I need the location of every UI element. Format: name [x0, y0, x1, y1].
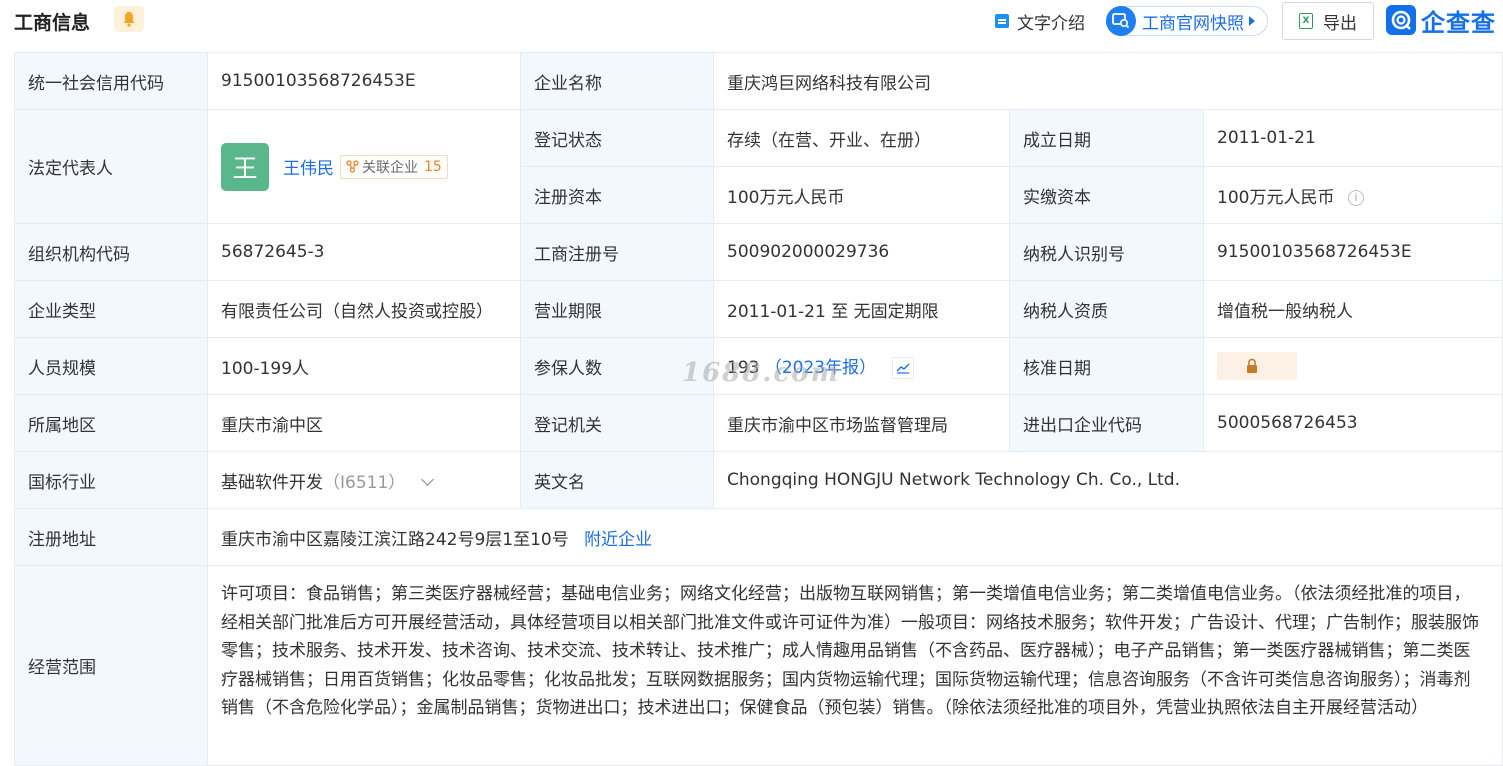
table-row: 经营范围 许可项目：食品销售；第三类医疗器械经营；基础电信业务；网络文化经营；出…	[14, 565, 1503, 766]
insured-year-link[interactable]: （2023年报）	[765, 358, 876, 378]
qichacha-logo[interactable]: 企查查	[1386, 4, 1496, 37]
scope-label: 经营范围	[14, 565, 208, 766]
company-name-value: 重庆鸿巨网络科技有限公司	[712, 52, 1503, 110]
reg-capital-label: 注册资本	[520, 166, 714, 224]
bell-icon[interactable]	[114, 6, 144, 32]
document-icon	[995, 14, 1009, 28]
approval-date-cell	[1202, 337, 1503, 395]
biz-term-value: 2011-01-21 至 无固定期限	[713, 280, 1010, 338]
section-title: 工商信息	[14, 12, 91, 34]
table-row: 所属地区 重庆市渝中区 登记机关 重庆市渝中区市场监督管理局 进出口企业代码 5…	[14, 394, 1503, 452]
scope-value: 许可项目：食品销售；第三类医疗器械经营；基础电信业务；网络文化经营；出版物互联网…	[206, 565, 1503, 766]
logo-mark-icon	[1386, 5, 1416, 35]
org-code-value: 56872645-3	[207, 223, 521, 281]
official-snapshot-button[interactable]: 工商官网快照	[1106, 6, 1268, 36]
address-label: 注册地址	[14, 508, 208, 566]
table-row: 企业类型 有限责任公司（自然人投资或控股） 营业期限 2011-01-21 至 …	[14, 280, 1503, 338]
taxpayer-id-value: 91500103568726453E	[1202, 223, 1503, 281]
address-value: 重庆市渝中区嘉陵江滨江路242号9层1至10号	[221, 529, 569, 550]
snapshot-icon	[1106, 6, 1136, 36]
nearby-companies-link[interactable]: 附近企业	[584, 530, 652, 550]
insured-label: 参保人数	[520, 337, 714, 395]
biz-reg-no-value: 500902000029736	[713, 223, 1010, 281]
caret-right-icon	[1249, 16, 1255, 26]
reg-status-label: 登记状态	[520, 109, 714, 167]
industry-label: 国标行业	[14, 451, 208, 509]
taxpayer-id-label: 纳税人识别号	[1009, 223, 1204, 281]
company-type-label: 企业类型	[14, 280, 208, 338]
biz-term-label: 营业期限	[520, 280, 714, 338]
org-code-label: 组织机构代码	[14, 223, 208, 281]
staff-size-label: 人员规模	[14, 337, 208, 395]
industry-value: 基础软件开发	[221, 472, 323, 493]
export-button[interactable]: X 导出	[1282, 2, 1374, 40]
logo-text: 企查查	[1421, 8, 1496, 37]
section-header: 工商信息 文字介绍 工商官网快照 X 导出 企查查	[0, 0, 1503, 44]
table-row: 国标行业 基础软件开发（I6511） 英文名 Chongqing HONGJU …	[14, 451, 1503, 509]
import-export-value: 5000568726453	[1202, 394, 1503, 452]
insured-cell: 193 （2023年报）	[713, 337, 1010, 395]
network-icon	[346, 160, 359, 173]
address-cell: 重庆市渝中区嘉陵江滨江路242号9层1至10号 附近企业	[206, 508, 1503, 566]
taxpayer-qual-value: 增值税一般纳税人	[1202, 280, 1503, 338]
industry-cell[interactable]: 基础软件开发（I6511）	[207, 451, 521, 509]
table-row: 统一社会信用代码 91500103568726453E 企业名称 重庆鸿巨网络科…	[14, 52, 1503, 110]
official-snapshot-label: 工商官网快照	[1142, 13, 1244, 34]
credit-code-value: 91500103568726453E	[207, 52, 521, 110]
english-name-label: 英文名	[520, 451, 714, 509]
legal-rep-label: 法定代表人	[14, 109, 208, 224]
table-row: 人员规模 100-199人 参保人数 193 （2023年报） 核准日期	[14, 337, 1503, 395]
table-row: 法定代表人 王 王伟民 关联企业 15 登记状态 存续（在营、开业、在册） 成立…	[14, 109, 1503, 224]
taxpayer-qual-label: 纳税人资质	[1009, 280, 1204, 338]
biz-reg-no-label: 工商注册号	[520, 223, 714, 281]
english-name-value: Chongqing HONGJU Network Technology Ch. …	[712, 451, 1503, 509]
staff-size-value: 100-199人	[207, 337, 521, 395]
reg-status-value: 存续（在营、开业、在册）	[713, 109, 1010, 167]
business-info-table: 统一社会信用代码 91500103568726453E 企业名称 重庆鸿巨网络科…	[14, 52, 1503, 766]
reg-authority-value: 重庆市渝中区市场监督管理局	[713, 394, 1010, 452]
avatar[interactable]: 王	[221, 142, 269, 191]
text-intro-button[interactable]: 文字介绍	[995, 6, 1085, 36]
related-count: 15	[424, 158, 442, 175]
found-date-value: 2011-01-21	[1202, 109, 1503, 167]
paid-capital-cell: 100万元人民币 i	[1202, 166, 1503, 224]
company-name-label: 企业名称	[520, 52, 714, 110]
credit-code-label: 统一社会信用代码	[14, 52, 208, 110]
reg-capital-value: 100万元人民币	[713, 166, 1010, 224]
vip-lock[interactable]	[1217, 352, 1297, 380]
legal-rep-name-link[interactable]: 王伟民	[283, 154, 334, 179]
import-export-label: 进出口企业代码	[1009, 394, 1204, 452]
table-row: 组织机构代码 56872645-3 工商注册号 500902000029736 …	[14, 223, 1503, 281]
text-intro-label: 文字介绍	[1017, 13, 1085, 34]
paid-capital-label: 实缴资本	[1009, 166, 1204, 224]
found-date-label: 成立日期	[1009, 109, 1204, 167]
export-label: 导出	[1323, 13, 1357, 34]
info-icon[interactable]: i	[1347, 189, 1364, 206]
trend-chart-icon[interactable]	[891, 357, 914, 379]
table-row: 注册地址 重庆市渝中区嘉陵江滨江路242号9层1至10号 附近企业	[14, 508, 1503, 566]
insured-count: 193	[727, 358, 760, 378]
company-type-value: 有限责任公司（自然人投资或控股）	[207, 280, 521, 338]
legal-rep-cell: 王 王伟民 关联企业 15	[207, 109, 521, 224]
lock-icon	[1247, 358, 1257, 373]
industry-code: （I6511）	[323, 472, 406, 493]
excel-icon: X	[1299, 13, 1313, 29]
chevron-down-icon[interactable]	[421, 472, 435, 486]
region-label: 所属地区	[14, 394, 208, 452]
reg-authority-label: 登记机关	[520, 394, 714, 452]
paid-capital-value: 100万元人民币	[1217, 187, 1335, 208]
related-label: 关联企业	[362, 159, 418, 176]
approval-date-label: 核准日期	[1009, 337, 1204, 395]
related-companies-badge[interactable]: 关联企业 15	[340, 154, 448, 179]
region-value: 重庆市渝中区	[207, 394, 521, 452]
